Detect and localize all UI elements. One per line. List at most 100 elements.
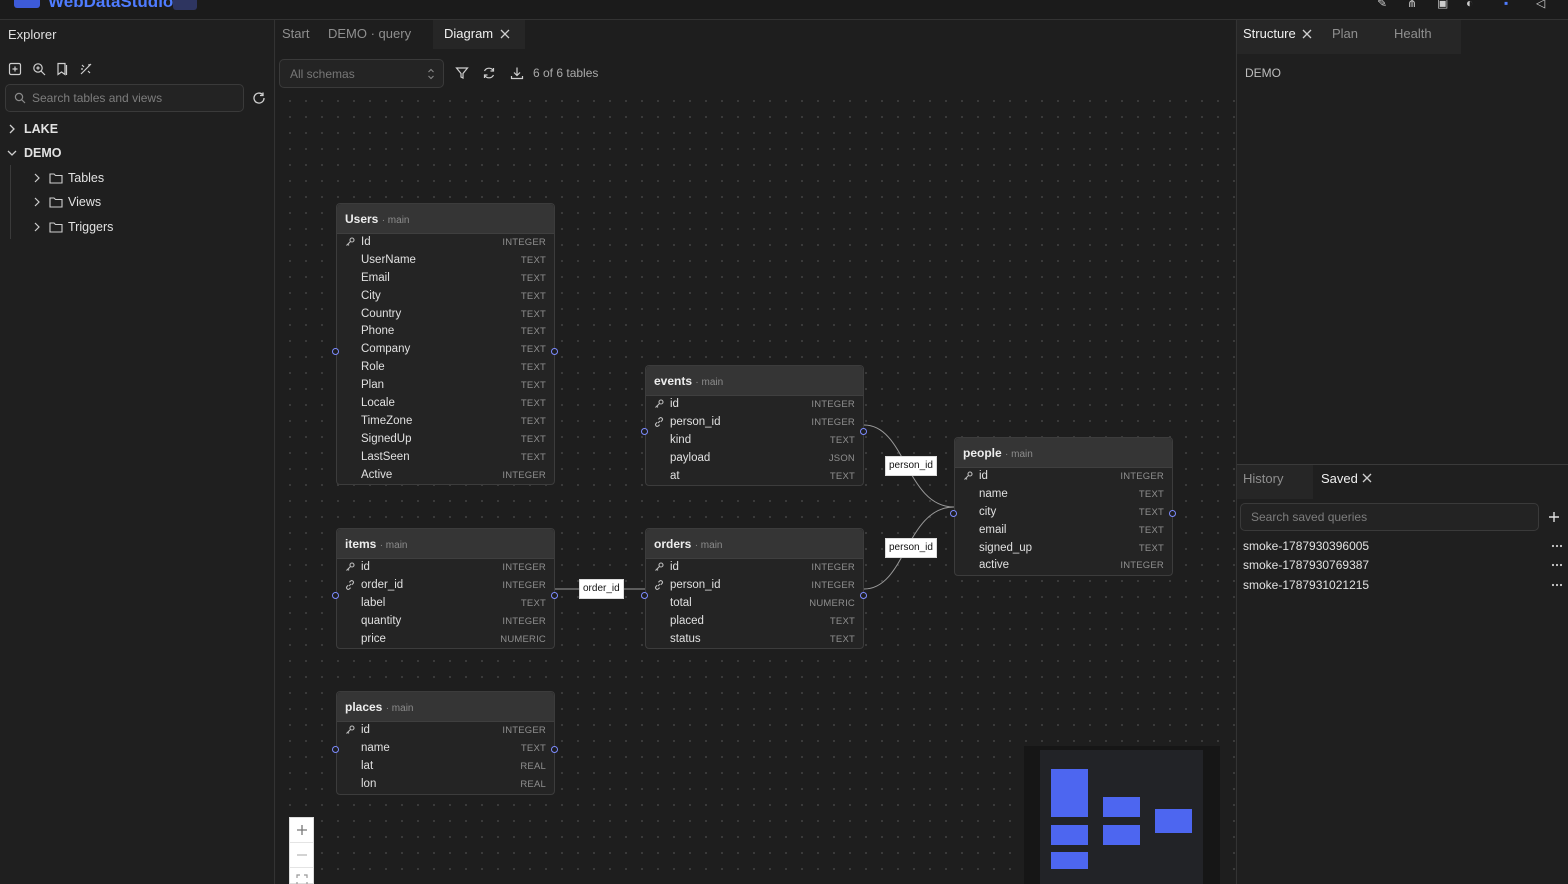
zoom-out-button[interactable] [290,843,313,868]
download-icon[interactable] [510,66,524,80]
column-row[interactable]: kind TEXT [646,432,863,450]
column-row[interactable]: Locale TEXT [337,395,554,413]
zoom-in-button[interactable] [290,818,313,843]
column-row[interactable]: email TEXT [955,522,1172,540]
add-saved-query-icon[interactable] [1548,511,1560,523]
column-row[interactable]: label TEXT [337,595,554,613]
column-row[interactable]: id INTEGER [337,722,554,740]
column-row[interactable]: payload JSON [646,450,863,468]
saved-query-item[interactable]: smoke-1787930769387 [1243,558,1369,572]
table-header[interactable]: items · main [337,529,554,559]
close-icon[interactable] [1301,28,1313,40]
refresh-icon[interactable] [252,91,266,105]
column-row[interactable]: Id INTEGER [337,234,554,252]
filter-icon[interactable] [455,66,469,80]
tab-demo-query[interactable]: DEMO · query [328,26,411,41]
table-header[interactable]: orders · main [646,529,863,559]
column-row[interactable]: name TEXT [955,486,1172,504]
table-node-orders[interactable]: orders · main id INTEGER person_id INTEGER to… [645,528,864,650]
layout-toggle-button[interactable] [173,0,197,10]
tree-item-views[interactable]: Views [31,192,101,212]
column-row[interactable]: Country TEXT [337,306,554,324]
wasm-icon[interactable]: ▪ [1504,0,1520,10]
column-row[interactable]: Plan TEXT [337,377,554,395]
reload-icon[interactable] [482,66,496,80]
table-header[interactable]: events · main [646,366,863,396]
column-row[interactable]: total NUMERIC [646,595,863,613]
table-header[interactable]: people · main [955,438,1172,468]
tab-plan[interactable]: Plan [1332,26,1358,41]
more-icon[interactable] [1551,562,1563,568]
explorer-search-box[interactable] [5,84,244,112]
close-icon[interactable] [499,28,511,40]
column-row[interactable]: SignedUp TEXT [337,431,554,449]
table-node-items[interactable]: items · main id INTEGER order_id INTEGER labe… [336,528,555,650]
column-row[interactable]: lat REAL [337,758,554,776]
column-row[interactable]: name TEXT [337,740,554,758]
column-row[interactable]: City TEXT [337,288,554,306]
column-row[interactable]: lon REAL [337,776,554,794]
column-row[interactable]: LastSeen TEXT [337,449,554,467]
connection-handle[interactable] [551,592,558,599]
share-icon[interactable]: ⋔ [1407,0,1423,10]
theme-icon[interactable]: ◐ [1466,0,1482,10]
column-row[interactable]: id INTEGER [646,396,863,414]
zoom-search-icon[interactable] [32,62,48,78]
connection-handle[interactable] [950,510,957,517]
tree-item-demo[interactable]: DEMO [6,143,62,163]
tab-start[interactable]: Start [282,26,309,41]
column-row[interactable]: order_id INTEGER [337,577,554,595]
layout-icon[interactable]: ▣ [1437,0,1453,10]
saved-query-item[interactable]: smoke-1787930396005 [1243,539,1369,553]
connection-handle[interactable] [332,348,339,355]
column-row[interactable]: Email TEXT [337,270,554,288]
column-row[interactable]: id INTEGER [337,559,554,577]
tab-diagram[interactable]: Diagram [444,26,493,41]
column-row[interactable]: price NUMERIC [337,631,554,649]
more-icon[interactable] [1551,582,1563,588]
column-row[interactable]: Phone TEXT [337,323,554,341]
fit-view-button[interactable] [290,868,313,884]
table-node-places[interactable]: places · main id INTEGER name TEXT lat REAL lon… [336,691,555,795]
column-row[interactable]: person_id INTEGER [646,577,863,595]
new-query-icon[interactable] [8,62,24,78]
connection-handle[interactable] [551,348,558,355]
column-row[interactable]: person_id INTEGER [646,414,863,432]
column-row[interactable]: TimeZone TEXT [337,413,554,431]
table-header[interactable]: Users · main [337,204,554,234]
column-row[interactable]: at TEXT [646,468,863,486]
connection-handle[interactable] [641,428,648,435]
column-row[interactable]: city TEXT [955,504,1172,522]
column-row[interactable]: id INTEGER [646,559,863,577]
tree-item-lake[interactable]: LAKE [6,119,58,139]
minimap[interactable] [1024,746,1220,884]
saved-query-item[interactable]: smoke-1787931021215 [1243,578,1369,592]
more-icon[interactable] [1551,543,1563,549]
explorer-search-input[interactable] [32,85,240,111]
tree-item-triggers[interactable]: Triggers [31,217,113,237]
saved-search-input[interactable] [1241,504,1538,530]
tab-health[interactable]: Health [1394,26,1432,41]
close-icon[interactable] [1361,472,1373,484]
magic-tools-icon[interactable] [79,62,95,78]
tab-saved[interactable]: Saved [1321,471,1358,486]
column-row[interactable]: active INTEGER [955,557,1172,575]
column-row[interactable]: signed_up TEXT [955,540,1172,558]
connection-handle[interactable] [551,746,558,753]
column-row[interactable]: Role TEXT [337,359,554,377]
settings-button[interactable] [215,0,239,10]
connection-handle[interactable] [332,746,339,753]
schema-select[interactable]: All schemas [279,59,444,88]
connection-handle[interactable] [860,592,867,599]
column-row[interactable]: status TEXT [646,631,863,649]
column-row[interactable]: Active INTEGER [337,467,554,485]
table-node-users[interactable]: Users · main Id INTEGER UserName TEXT Email TE… [336,203,555,486]
tree-item-tables[interactable]: Tables [31,168,104,188]
column-row[interactable]: id INTEGER [955,468,1172,486]
column-row[interactable]: Company TEXT [337,341,554,359]
column-row[interactable]: placed TEXT [646,613,863,631]
saved-search-box[interactable] [1240,503,1539,531]
volume-icon[interactable]: ◁ [1536,0,1552,10]
column-row[interactable]: quantity INTEGER [337,613,554,631]
connection-handle[interactable] [641,592,648,599]
